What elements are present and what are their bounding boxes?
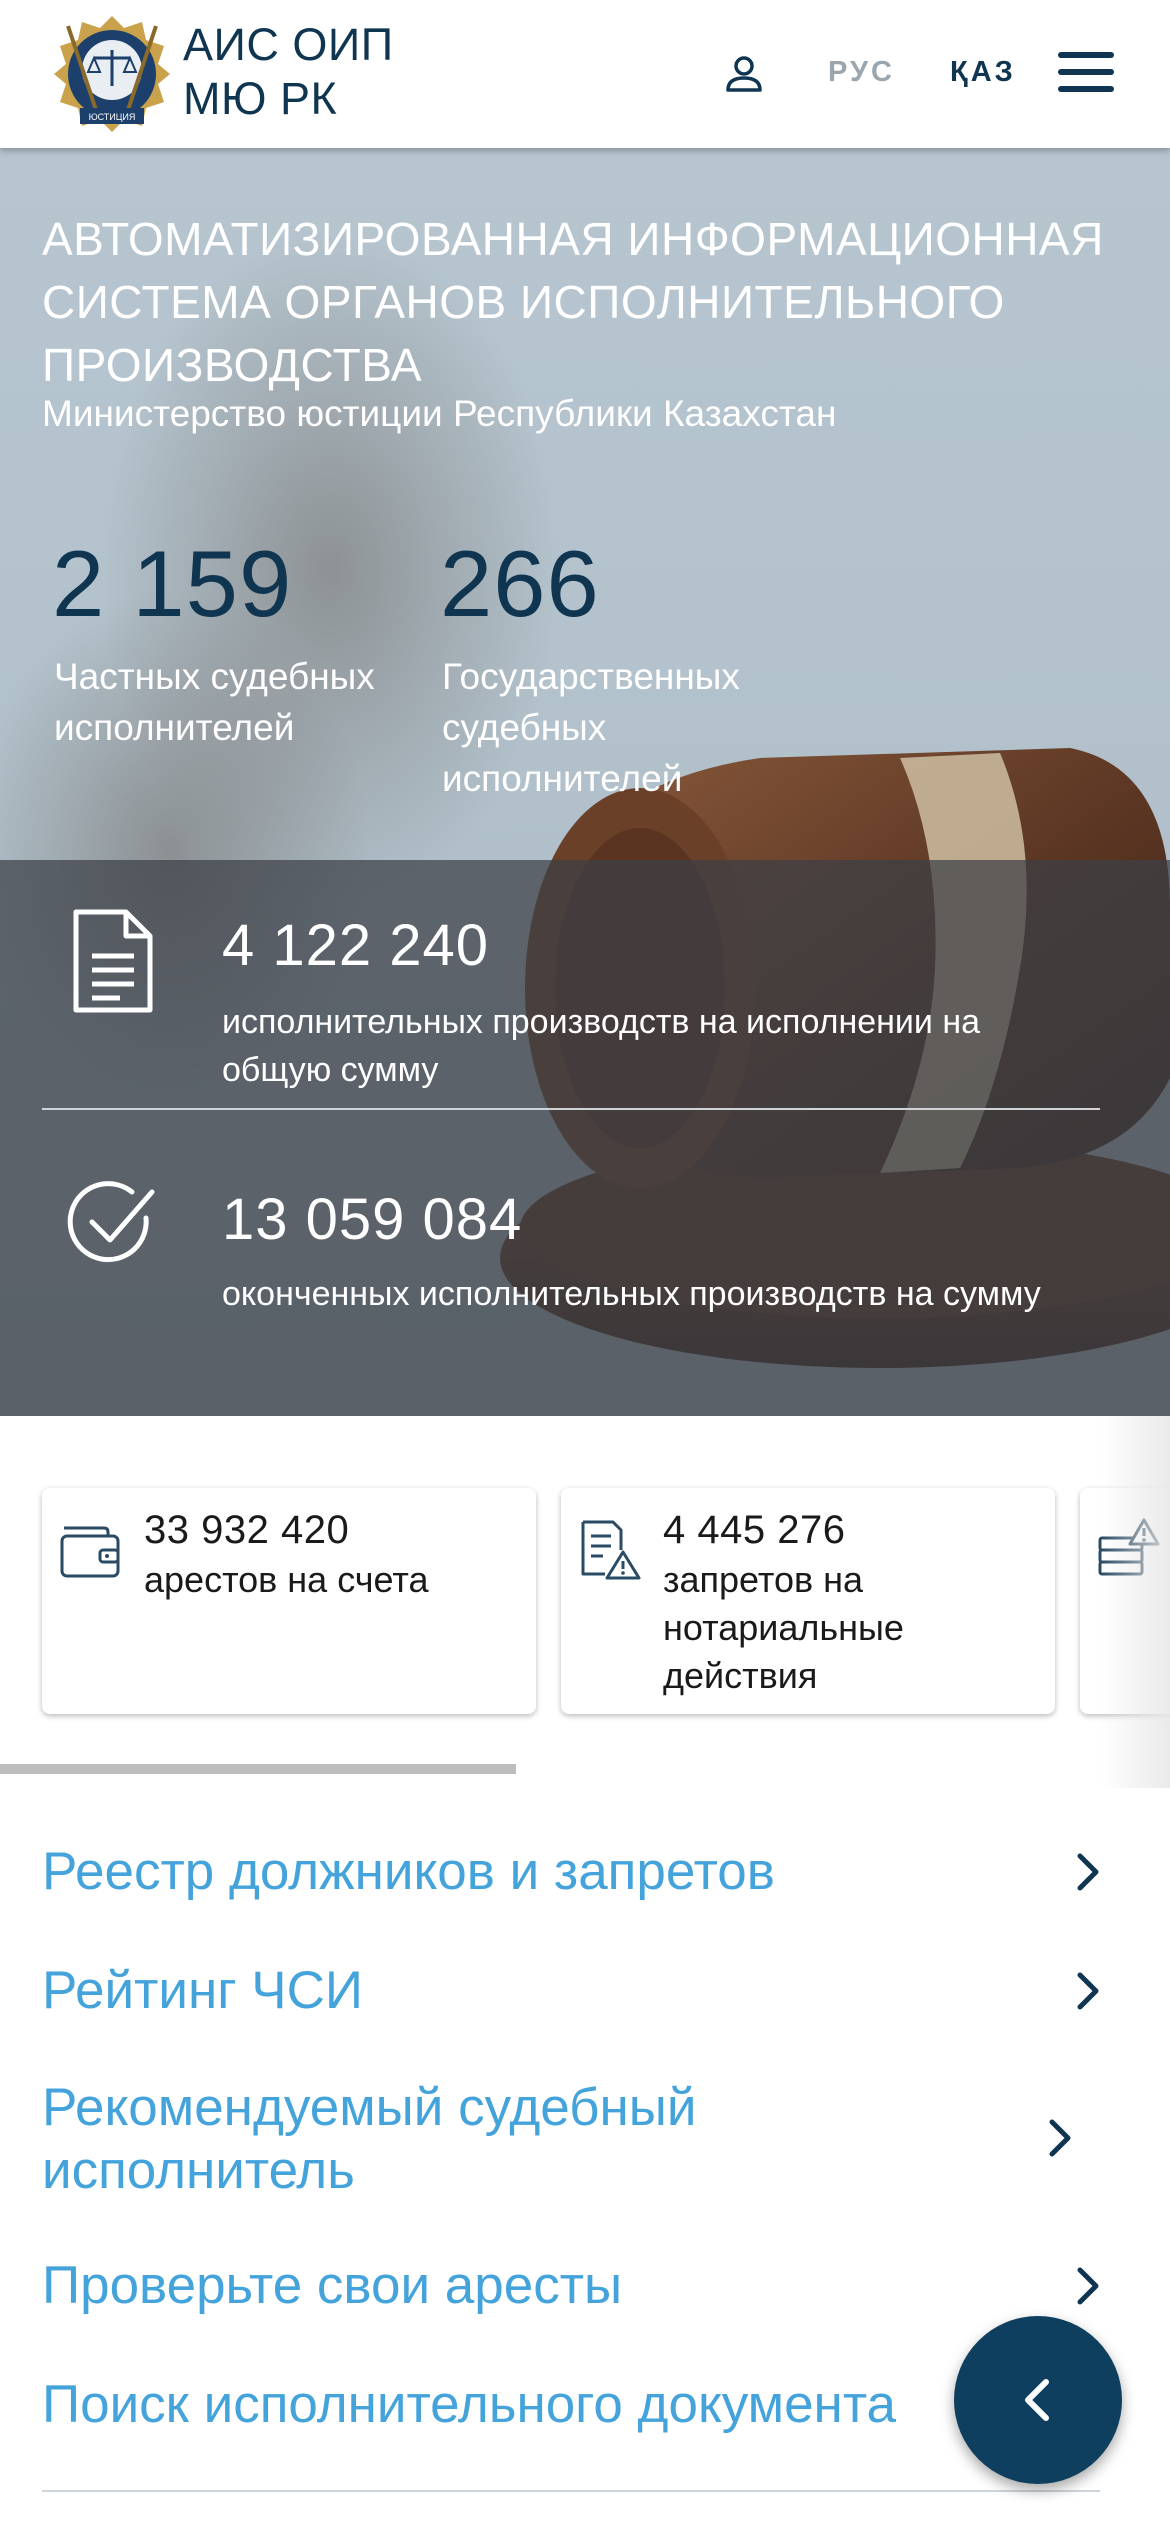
justice-emblem-icon[interactable]: ЮСТИЦИЯ (50, 12, 174, 136)
active-proceedings-label: исполнительных производств на исполнении… (222, 1003, 981, 1089)
active-proceedings-value: 4 122 240 (222, 913, 490, 978)
link-label: Реестр должников и запретов (42, 1842, 775, 1901)
hamburger-menu-icon[interactable] (1058, 52, 1114, 92)
completed-proceedings-label: оконченных исполнительных производств на… (222, 1275, 1041, 1313)
private-executors-label: Частных судебных исполнителей (54, 656, 375, 748)
language-kz-button[interactable]: ҚАЗ (950, 56, 1016, 89)
links-divider (42, 2490, 1100, 2492)
app-logo-text[interactable]: АИС ОИП МЮ РК (183, 18, 394, 126)
private-executors-count: 2 159 (52, 531, 293, 636)
stats-band (0, 860, 1170, 1416)
carousel-scrollbar[interactable] (0, 1764, 516, 1774)
carousel-fade-edge (1100, 1416, 1170, 1788)
state-executors-label: Государственных судебных исполнителей (442, 656, 740, 799)
app-header: ЮСТИЦИЯ АИС ОИП МЮ РК РУС ҚАЗ (0, 0, 1170, 148)
link-debtors-registry[interactable]: Реестр должников и запретов (42, 1840, 1122, 1903)
emblem-text: ЮСТИЦИЯ (89, 112, 136, 122)
document-icon (73, 909, 153, 1013)
link-check-arrests[interactable]: Проверьте свои аресты (42, 2254, 1122, 2317)
stats-card-carousel[interactable]: 33 932 420 арестов на счета 4 445 276 за… (0, 1416, 1170, 1788)
state-executors-count: 266 (440, 531, 600, 636)
stats-divider (42, 1108, 1100, 1110)
card-value: 33 932 420 (144, 1508, 350, 1552)
link-recommended-executor[interactable]: Рекомендуемый судебный исполнитель (42, 2076, 822, 2202)
card-notary-bans[interactable]: 4 445 276 запретов на нотариальные дейст… (561, 1488, 1055, 1714)
link-label: Рейтинг ЧСИ (42, 1961, 364, 2020)
link-label: Проверьте свои аресты (42, 2256, 623, 2315)
user-icon[interactable] (722, 52, 766, 96)
link-rating-csi[interactable]: Рейтинг ЧСИ (42, 1959, 1122, 2022)
hero-title: АВТОМАТИЗИРОВАННАЯ ИНФОРМАЦИОННАЯ СИСТЕМ… (42, 213, 1104, 391)
chevron-right-icon (1077, 2267, 1099, 2305)
hero-section: АВТОМАТИЗИРОВАННАЯ ИНФОРМАЦИОННАЯ СИСТЕМ… (0, 148, 1170, 1416)
back-fab-button[interactable] (954, 2316, 1122, 2484)
logo-line-2: МЮ РК (183, 73, 338, 124)
check-circle-icon (67, 1181, 155, 1263)
chevron-left-icon (1025, 2379, 1049, 2421)
card-label: арестов на счета (144, 1559, 429, 1600)
wallet-icon (60, 1526, 120, 1578)
logo-line-1: АИС ОИП (183, 19, 394, 70)
hero-subtitle: Министерство юстиции Республики Казахста… (42, 393, 837, 434)
link-label: Рекомендуемый судебный исполнитель (42, 2078, 697, 2200)
chevron-right-icon[interactable] (1046, 2116, 1074, 2160)
chevron-right-icon (1077, 1853, 1099, 1891)
card-account-arrests[interactable]: 33 932 420 арестов на счета (42, 1488, 536, 1714)
chevron-right-icon (1077, 1972, 1099, 2010)
completed-proceedings-value: 13 059 084 (222, 1187, 523, 1252)
link-label: Поиск исполнительного документа (42, 2375, 896, 2434)
language-ru-button[interactable]: РУС (828, 56, 895, 89)
notary-warning-icon (581, 1520, 641, 1580)
card-value: 4 445 276 (663, 1508, 846, 1552)
card-label: запретов на нотариальные действия (663, 1559, 904, 1696)
